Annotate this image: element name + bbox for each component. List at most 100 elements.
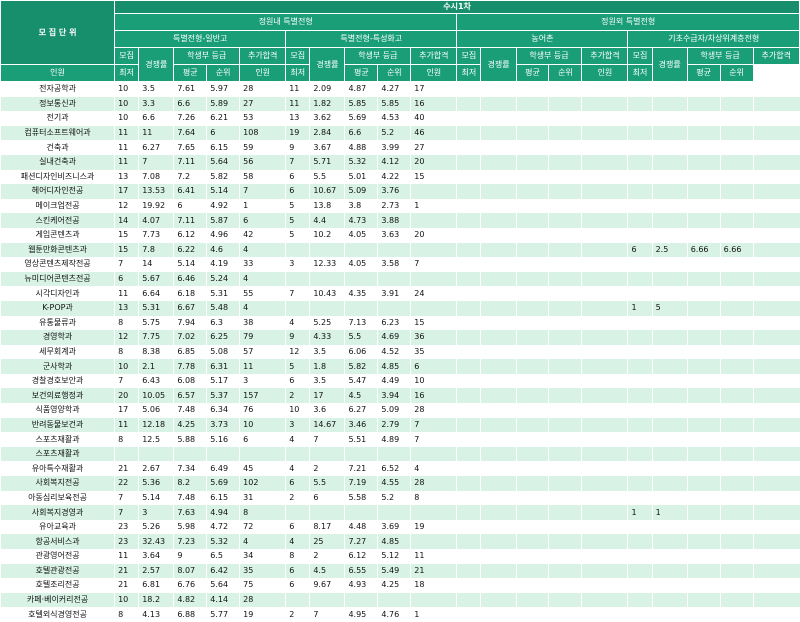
value-cell [627, 534, 653, 549]
value-cell [752, 242, 800, 258]
value-cell: 4 [285, 461, 310, 477]
value-cell: 1 [627, 505, 653, 520]
table-row: 경찰경호보안과 7 6.43 6.08 5.17 3 6 3.5 5.47 4.49 10 [0, 373, 800, 389]
col-extra-sub-header: 순위 [377, 64, 412, 82]
value-cell [344, 446, 378, 462]
value-cell: 17 [309, 388, 345, 404]
value-cell: 7 [114, 490, 139, 506]
value-cell [719, 140, 754, 155]
value-cell: 4.19 [206, 257, 240, 272]
value-cell [752, 519, 800, 535]
value-cell [456, 96, 481, 112]
value-cell [548, 271, 582, 287]
value-cell [548, 154, 582, 170]
value-cell [651, 549, 688, 564]
value-cell: 6.34 [206, 403, 240, 418]
unit-name-cell: 관광영어전공 [0, 549, 115, 564]
value-cell [627, 388, 653, 404]
value-cell [377, 242, 411, 258]
value-cell: 6 [285, 169, 310, 185]
value-cell: 6.15 [206, 140, 240, 155]
value-cell: 108 [239, 125, 286, 141]
value-cell: 3.46 [344, 417, 378, 433]
value-cell [627, 563, 653, 579]
value-cell: 4 [285, 315, 310, 331]
value-cell: 2.67 [138, 461, 174, 477]
value-cell: 6.85 [173, 344, 207, 360]
value-cell [651, 578, 688, 593]
value-cell [239, 446, 286, 462]
value-cell [548, 81, 582, 97]
value-cell [456, 476, 481, 491]
unit-name-cell: 영상콘텐츠제작전공 [0, 257, 115, 272]
value-cell: 4.25 [173, 417, 207, 433]
value-cell: 6.3 [206, 315, 240, 331]
value-cell [686, 184, 721, 199]
value-cell: 19 [285, 125, 310, 141]
value-cell: 4.94 [206, 505, 240, 520]
value-cell [752, 169, 800, 185]
value-cell: 6.57 [173, 388, 207, 404]
value-cell [719, 563, 754, 579]
value-cell: 28 [410, 403, 457, 418]
value-cell: 5.5 [309, 169, 345, 185]
value-cell [480, 184, 517, 199]
value-cell [752, 549, 800, 564]
table-row: 메이크업전공 12 19.92 6 4.92 1 5 13.8 3.8 2.73 1 [0, 198, 800, 214]
value-cell: 18.2 [138, 592, 174, 608]
value-cell: 2.73 [377, 198, 411, 214]
value-cell: 7.94 [173, 315, 207, 331]
in-quota-header: 정원내 특별전형 [114, 13, 458, 31]
unit-name-cell: 군사학과 [0, 359, 115, 374]
value-cell: 21 [114, 461, 139, 477]
value-cell [515, 198, 549, 214]
value-cell: 5 [285, 359, 310, 374]
value-cell [719, 519, 754, 535]
value-cell [752, 286, 800, 301]
value-cell [627, 271, 653, 287]
value-cell [480, 271, 517, 287]
table-row: K-POP과 13 5.31 6.67 5.48 4 1 5 [0, 300, 800, 316]
table-row: 스포츠재활과 8 12.5 5.88 5.16 6 4 7 5.51 4.89 7 [0, 432, 800, 447]
value-cell [548, 563, 582, 579]
value-cell: 6.64 [138, 286, 174, 301]
value-cell [515, 549, 549, 564]
value-cell: 4.76 [377, 607, 411, 622]
value-cell: 10.67 [309, 184, 345, 199]
value-cell: 7.61 [173, 81, 207, 97]
value-cell: 6.21 [206, 111, 240, 126]
value-cell: 11 [285, 81, 310, 97]
value-cell [686, 563, 721, 579]
value-cell [627, 592, 653, 608]
value-cell: 7 [410, 432, 457, 447]
value-cell [686, 227, 721, 243]
col-recruit-sub-header: 인원 [410, 64, 458, 82]
unit-name-cell: 전자공학과 [0, 81, 115, 97]
value-cell: 11 [138, 125, 174, 141]
value-cell [548, 388, 582, 404]
value-cell: 5.36 [138, 476, 174, 491]
value-cell [456, 432, 481, 447]
value-cell [377, 592, 411, 608]
value-cell: 35 [239, 563, 286, 579]
unit-name-cell: 게임콘텐츠과 [0, 227, 115, 243]
value-cell: 11 [114, 417, 139, 433]
value-cell [651, 373, 688, 389]
value-cell [581, 417, 628, 433]
value-cell [206, 446, 240, 462]
value-cell: 2 [309, 461, 345, 477]
value-cell [752, 359, 800, 374]
value-cell: 5.31 [206, 286, 240, 301]
value-cell: 8 [410, 490, 457, 506]
table-row: 반려동물보건과 11 12.18 4.25 3.73 10 3 14.67 3.46 2.79 7 [0, 417, 800, 433]
section-rural-header: 농어촌 [456, 30, 629, 48]
value-cell: 5.85 [377, 96, 411, 112]
value-cell [480, 96, 517, 112]
unit-name-cell: 경영학과 [0, 330, 115, 345]
value-cell: 1.8 [309, 359, 345, 374]
value-cell: 6.66 [719, 242, 754, 258]
value-cell [515, 300, 549, 316]
col-min-header: 최저 [285, 64, 311, 82]
value-cell [752, 344, 800, 360]
value-cell: 6.67 [173, 300, 207, 316]
